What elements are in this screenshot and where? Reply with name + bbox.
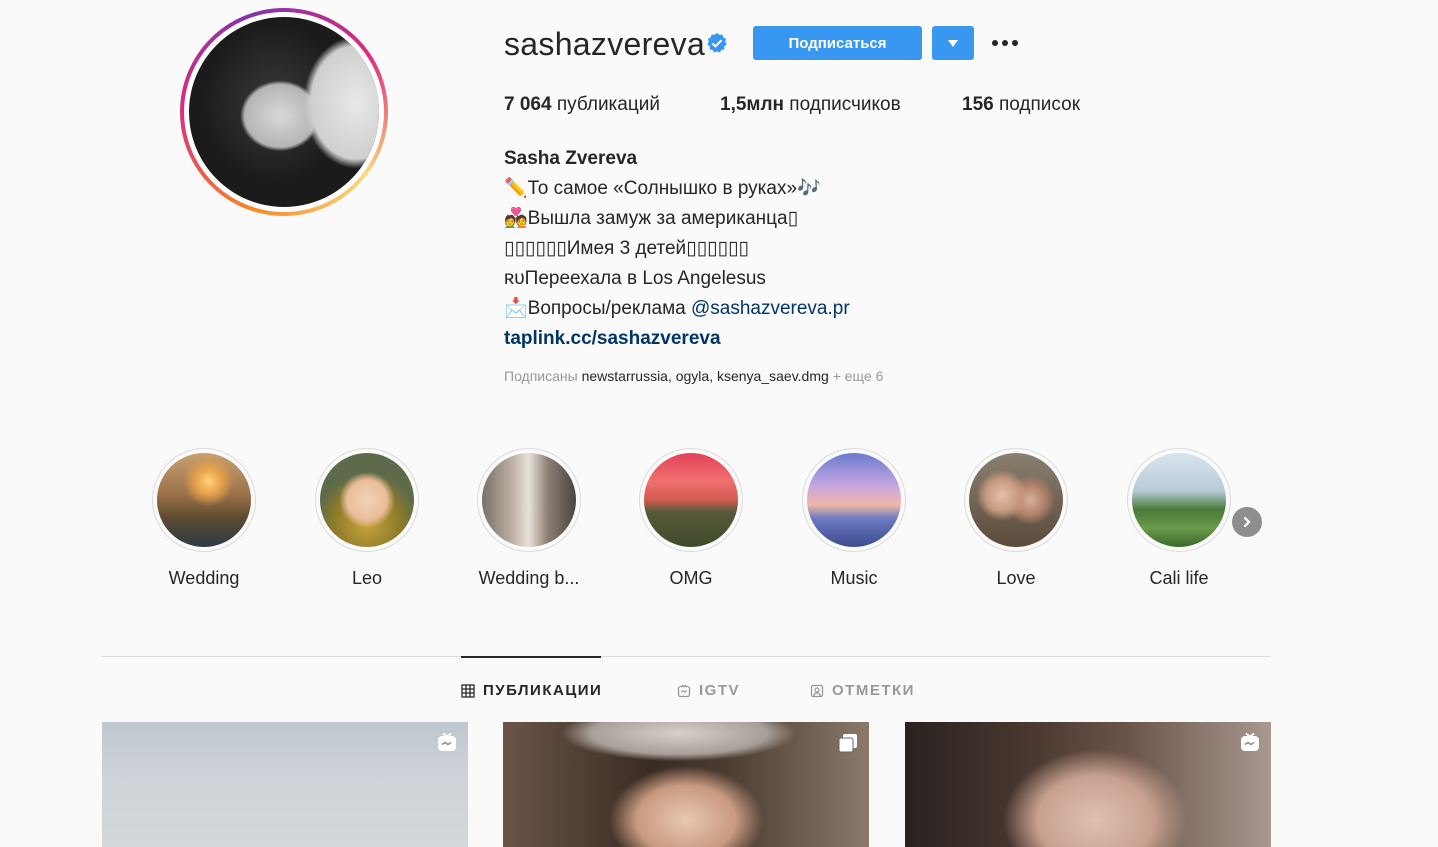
bio-line: ▯▯▯▯▯▯Имея 3 детей▯▯▯▯▯▯ bbox=[504, 238, 749, 259]
bio-line: ʀᴜПереехала в Los Angelesus bbox=[504, 268, 766, 289]
bio-mention-link[interactable]: @sashazvereva.pr bbox=[691, 298, 850, 319]
post-thumbnail[interactable] bbox=[102, 722, 468, 847]
bio-external-link[interactable]: taplink.cc/sashazvereva bbox=[504, 324, 850, 354]
bio-line: ✏️То самое «Солнышко в руках»🎶 bbox=[504, 178, 821, 199]
igtv-badge-icon bbox=[438, 732, 456, 751]
chevron-right-icon bbox=[1243, 516, 1251, 528]
tab-posts[interactable]: ПУБЛИКАЦИИ bbox=[461, 682, 602, 699]
chevron-down-icon bbox=[948, 39, 958, 47]
profile-page: sashazvereva Подписаться 7 064 публикаци… bbox=[0, 0, 1438, 847]
grid-icon bbox=[461, 683, 475, 698]
posts-count: 7 064 публикаций bbox=[504, 94, 660, 115]
suggested-dropdown-button[interactable] bbox=[932, 26, 974, 60]
tagged-icon bbox=[810, 684, 824, 697]
active-tab-indicator bbox=[461, 656, 601, 658]
follow-button[interactable]: Подписаться bbox=[753, 26, 922, 60]
tab-igtv[interactable]: IGTV bbox=[677, 682, 740, 699]
more-options-icon[interactable] bbox=[988, 32, 1022, 54]
highlight-cover bbox=[969, 453, 1063, 547]
following-count[interactable]: 156 подписок bbox=[962, 94, 1080, 116]
profile-bio: Sasha Zvereva ✏️То самое «Солнышко в рук… bbox=[504, 144, 850, 354]
bio-line: 📩Вопросы/реклама @sashazvereva.pr bbox=[504, 298, 850, 319]
highlight-cover bbox=[482, 453, 576, 547]
highlight-item[interactable]: Wedding bbox=[152, 448, 256, 588]
highlight-item[interactable]: Leo bbox=[315, 448, 419, 588]
highlight-cover bbox=[807, 453, 901, 547]
highlight-item[interactable]: Music bbox=[802, 448, 906, 588]
profile-username: sashazvereva bbox=[504, 26, 706, 62]
highlight-item[interactable]: Wedding b... bbox=[477, 448, 581, 588]
profile-avatar[interactable] bbox=[180, 8, 388, 216]
highlight-cover bbox=[157, 453, 251, 547]
igtv-badge-icon bbox=[1241, 732, 1259, 751]
post-thumbnail[interactable] bbox=[503, 722, 869, 847]
carousel-badge-icon bbox=[838, 734, 857, 753]
highlight-cover bbox=[644, 453, 738, 547]
highlights-next-button[interactable] bbox=[1232, 507, 1262, 537]
tab-tagged[interactable]: ОТМЕТКИ bbox=[810, 682, 915, 699]
tabs-divider bbox=[102, 656, 1271, 657]
highlight-cover bbox=[1132, 453, 1226, 547]
highlight-item[interactable]: Love bbox=[964, 448, 1068, 588]
highlight-item[interactable]: Cali life bbox=[1127, 448, 1231, 588]
full-name: Sasha Zvereva bbox=[504, 148, 638, 169]
post-thumbnail[interactable] bbox=[905, 722, 1271, 847]
verified-badge-icon bbox=[707, 32, 727, 53]
bio-line: 💑Вышла замуж за американца▯ bbox=[504, 208, 799, 229]
highlight-cover bbox=[320, 453, 414, 547]
followed-by[interactable]: Подписаны newstarrussia, ogyla, ksenya_s… bbox=[504, 368, 883, 384]
avatar-photo bbox=[189, 17, 379, 207]
highlight-item[interactable]: OMG bbox=[639, 448, 743, 588]
igtv-icon bbox=[677, 684, 691, 697]
followers-count[interactable]: 1,5млн подписчиков bbox=[720, 94, 901, 116]
